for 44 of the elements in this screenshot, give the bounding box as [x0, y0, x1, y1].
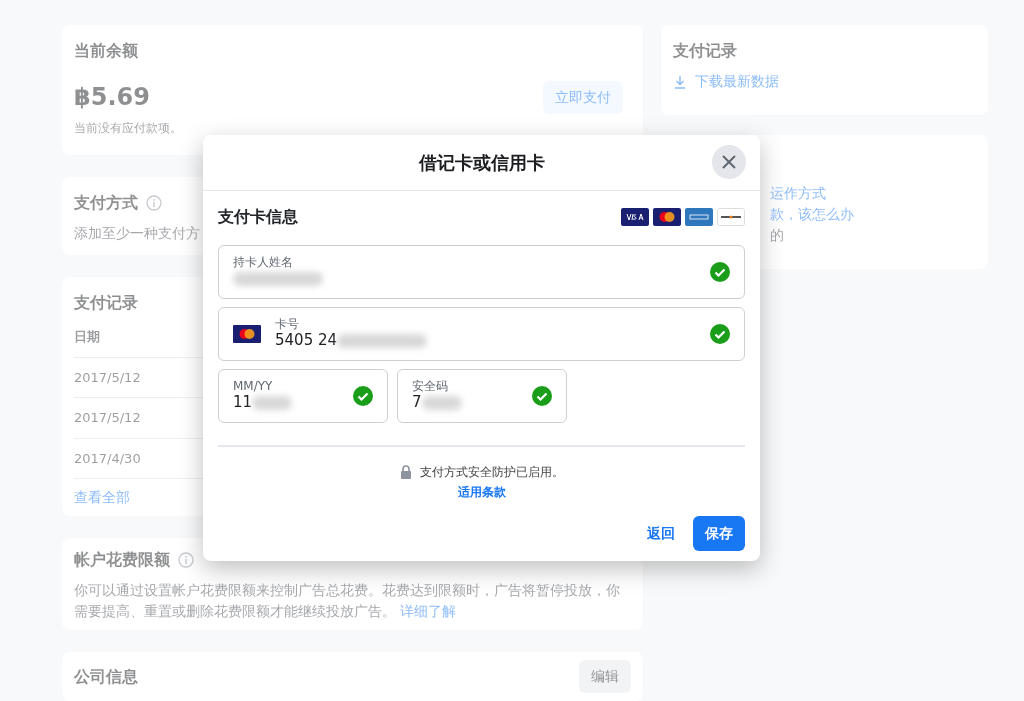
- payment-method-note: 添加至少一种支付方: [74, 224, 201, 243]
- discover-card-icon: [717, 208, 745, 226]
- mastercard-icon: [233, 325, 261, 343]
- mastercard-icon: [653, 208, 681, 226]
- field-label: MM/YY: [233, 379, 274, 394]
- card-title: 当前余额: [74, 40, 139, 62]
- field-value: 11: [233, 393, 253, 413]
- input-field[interactable]: 安全码 7: [397, 369, 567, 423]
- terms-link[interactable]: 适用条款: [457, 485, 506, 499]
- field-label: 卡号: [275, 317, 300, 332]
- input-field[interactable]: MM/YY 11: [218, 369, 388, 423]
- card-title: 支付记录: [74, 292, 139, 314]
- field-label: 安全码: [412, 379, 449, 394]
- table-cell-text: 2017/5/12: [74, 368, 141, 387]
- save-button[interactable]: 保存: [693, 516, 745, 551]
- security-note: 支付方式安全防护已启用。: [419, 464, 564, 481]
- input-field[interactable]: 持卡人姓名: [218, 245, 745, 299]
- balance-amount: ฿5.69: [74, 82, 150, 113]
- help-note: 的: [769, 226, 785, 245]
- info-icon[interactable]: [146, 195, 162, 211]
- amex-card-icon: [685, 208, 713, 226]
- visa-card-icon: [621, 208, 649, 226]
- back-button[interactable]: 返回: [637, 517, 685, 550]
- card-title: 支付方式: [74, 192, 138, 214]
- section-title: 支付卡信息: [218, 206, 298, 228]
- card-title: 支付记录: [673, 40, 738, 62]
- close-button[interactable]: [712, 145, 746, 179]
- field-value: 7: [412, 393, 422, 413]
- info-icon[interactable]: [178, 552, 194, 568]
- table-cell-text: 2017/5/12: [74, 409, 141, 427]
- edit-button[interactable]: 编辑: [579, 660, 631, 693]
- table-cell-text: 2017/4/30: [74, 449, 141, 468]
- close-icon: [720, 153, 738, 171]
- column-header: 日期: [74, 328, 100, 346]
- dialog-title: 借记卡或信用卡: [418, 151, 545, 175]
- balance-note: 当前没有应付款项。: [74, 120, 183, 137]
- card-title: 公司信息: [74, 665, 138, 688]
- input-field[interactable]: 卡号 5405 24: [218, 307, 745, 361]
- lock-icon: [399, 465, 412, 479]
- spend-limit-text: 你可以通过设置帐户花费限额来控制广告总花费。花费达到限额时，广告将暂停投放，你需要提高、重置或删除花费限额才能继续投放广告。 详细了解: [74, 581, 621, 621]
- field-label: 持卡人姓名: [233, 255, 294, 270]
- download-icon: [673, 74, 687, 89]
- card-title: 帐户花费限额: [74, 549, 170, 571]
- field-value: 5405 24: [275, 331, 338, 351]
